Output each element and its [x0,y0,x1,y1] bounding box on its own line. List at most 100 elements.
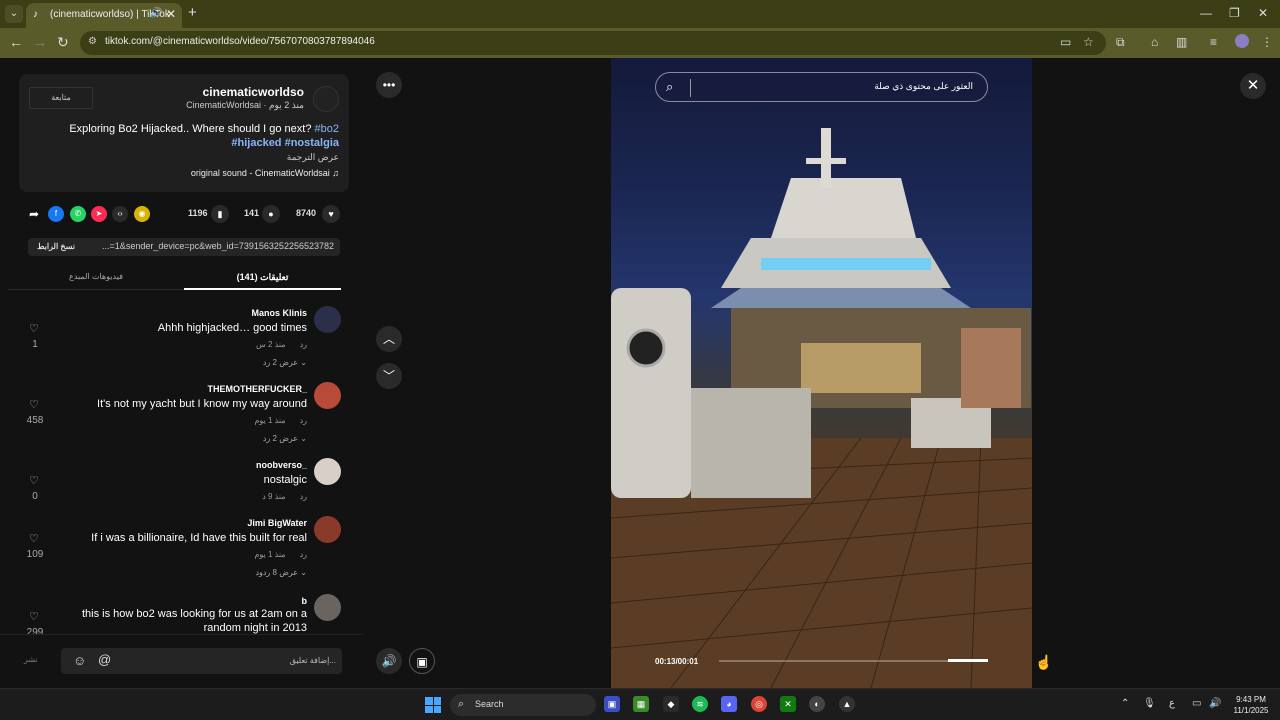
comment-like-icon[interactable]: ♡ [29,610,39,623]
window-close-icon[interactable]: ✕ [1258,6,1268,20]
tray-chevron-icon[interactable]: ⌃ [1121,698,1129,709]
mention-icon[interactable]: @ [98,652,111,667]
reload-icon[interactable]: ↻ [57,34,69,51]
comment-reply-link[interactable]: رد [300,550,307,559]
comment-bubble-icon[interactable]: ● [262,205,280,223]
more-options-icon[interactable]: ••• [376,72,402,98]
comment-username[interactable]: Manos Klinis [251,308,307,318]
tab-close-icon[interactable]: ✕ [166,7,176,21]
media-control-icon[interactable]: ≡ [1210,35,1217,49]
emoji-icon[interactable]: ☺ [73,653,86,668]
microphone-icon[interactable]: 🎙 [1143,698,1156,709]
comment-reply-link[interactable]: رد [300,416,307,425]
tab-search-dropdown[interactable]: ⌄ [5,5,23,23]
sidebar-icon[interactable]: ▥ [1176,35,1187,49]
commenter-avatar[interactable] [314,382,341,409]
comment-username[interactable]: noobverso_ [256,460,307,470]
clock-time: 9:43 PM [1236,695,1266,704]
comment-reply-link[interactable]: رد [300,340,307,349]
see-translation-link[interactable]: عرض الترجمة [287,152,339,163]
bookmark-star-icon[interactable]: ☆ [1083,35,1094,49]
coin-gift-icon[interactable]: ◉ [134,206,150,222]
search-icon[interactable]: ⌕ [666,79,673,95]
author-avatar[interactable] [313,86,339,112]
input-language[interactable]: ع [1169,698,1175,709]
volume-icon[interactable]: 🔊 [376,648,402,674]
network-icon[interactable]: ▭ [1192,698,1201,709]
app-icon-9[interactable]: ▲ [839,696,855,712]
embed-icon[interactable]: ‹› [112,206,128,222]
view-replies-link[interactable]: عرض 2 رد ⌄ [263,434,307,443]
comment-meta: رد منذ 1 يوم [240,416,307,425]
extensions-icon[interactable]: ⧉ [1116,35,1125,50]
app-icon-3[interactable]: ◆ [663,696,679,712]
related-search-text[interactable]: العثور على محتوى ذي صلة [874,81,973,92]
commenter-avatar[interactable] [314,594,341,621]
forward-icon[interactable]: → [33,34,47,50]
site-info-icon[interactable]: ⚙ [88,36,97,47]
profile-avatar[interactable] [1235,34,1249,48]
comment-like-icon[interactable]: ♡ [29,322,39,335]
tab-creator-videos[interactable]: فيديوهات المبدع [8,266,184,290]
facebook-icon[interactable]: f [48,206,64,222]
sound-link[interactable]: original sound - CinematicWorldsai ♫ [191,168,339,178]
comment-like-icon[interactable]: ♡ [29,532,39,545]
related-search-bar[interactable]: ⌕ العثور على محتوى ذي صلة [655,72,988,102]
browser-tab-active[interactable]: ♪ (cinematicworldso) | TikTok 🔊 ✕ [26,3,182,28]
new-tab-icon[interactable]: + [188,4,197,21]
commenter-avatar[interactable] [314,306,341,333]
address-bar[interactable]: ⚙ tiktok.com/@cinematicworldso/video/756… [80,31,1106,55]
video-player[interactable]: ⌕ العثور على محتوى ذي صلة 00:13/00:01 [611,58,1032,688]
commenter-avatar[interactable] [314,516,341,543]
discord-icon[interactable]: ◕ [721,696,737,712]
progress-bar[interactable] [719,659,988,662]
comment-input[interactable]: ☺ @ إضافة تعليق... [61,648,342,674]
comment-like-icon[interactable]: ♡ [29,474,39,487]
reading-icon[interactable]: ⌂ [1151,35,1158,49]
tab-comments[interactable]: (141) تعليقات [184,266,341,290]
taskbar-search[interactable]: ⌕ Search [450,694,596,716]
app-icon-1[interactable]: ▣ [604,696,620,712]
comment-like-icon[interactable]: ♡ [29,398,39,411]
close-video-icon[interactable]: ✕ [1240,73,1266,99]
post-button[interactable]: نشر [24,655,38,664]
comment-username[interactable]: Jimi BigWater [247,518,307,528]
speaker-icon[interactable]: 🔊 [1209,698,1221,709]
minimize-icon[interactable]: — [1200,6,1212,20]
heart-icon[interactable]: ♥ [322,205,340,223]
previous-video-icon[interactable]: ︿ [376,326,402,352]
restore-icon[interactable]: ❐ [1229,6,1240,20]
menu-kebab-icon[interactable]: ⋮ [1261,35,1273,49]
commenter-avatar[interactable] [314,458,341,485]
hashtag-links[interactable]: #hijacked #nostalgia [231,137,339,149]
comment-reply-link[interactable]: رد [300,492,307,501]
cast-icon[interactable]: ▭ [1060,35,1071,49]
minecraft-icon[interactable]: ▦ [633,696,649,712]
url-text[interactable]: tiktok.com/@cinematicworldso/video/75670… [105,36,375,47]
app-icon-8[interactable]: ◐ [809,696,825,712]
xbox-icon[interactable]: ✕ [780,696,796,712]
view-replies-link[interactable]: عرض 2 رد ⌄ [263,358,307,367]
send-to-friends-icon[interactable]: ➤ [91,206,107,222]
comment-username[interactable]: b [302,596,308,606]
share-link-text[interactable]: ...=1&sender_device=pc&web_id=7391563252… [102,241,334,251]
windows-start-icon[interactable] [425,697,441,713]
system-clock[interactable]: 9:43 PM 11/1/2025 [1226,694,1276,716]
audio-playing-icon[interactable]: 🔊 [150,8,162,19]
share-arrow-icon[interactable]: ➦ [26,206,42,222]
picture-in-picture-icon[interactable]: ▣ [409,648,435,674]
author-name[interactable]: cinematicworldso [203,85,304,99]
back-icon[interactable]: ← [9,34,23,50]
whatsapp-icon[interactable]: ✆ [70,206,86,222]
next-video-icon[interactable]: ﹀ [376,363,402,389]
hashtag-link[interactable]: #bo2 [315,123,339,135]
comment-placeholder[interactable]: إضافة تعليق... [290,656,336,665]
bookmark-icon[interactable]: ▮ [211,205,229,223]
spotify-icon[interactable]: ≋ [692,696,708,712]
follow-button[interactable]: متابعة [29,87,93,109]
view-replies-link[interactable]: عرض 8 ردود ⌄ [255,568,307,577]
comment-like-count: 1 [32,339,38,350]
chrome-icon[interactable]: ◎ [751,696,767,712]
comment-username[interactable]: THEMOTHERFUCKER_ [207,384,307,394]
copy-link-button[interactable]: نسخ الرابط [28,238,84,256]
